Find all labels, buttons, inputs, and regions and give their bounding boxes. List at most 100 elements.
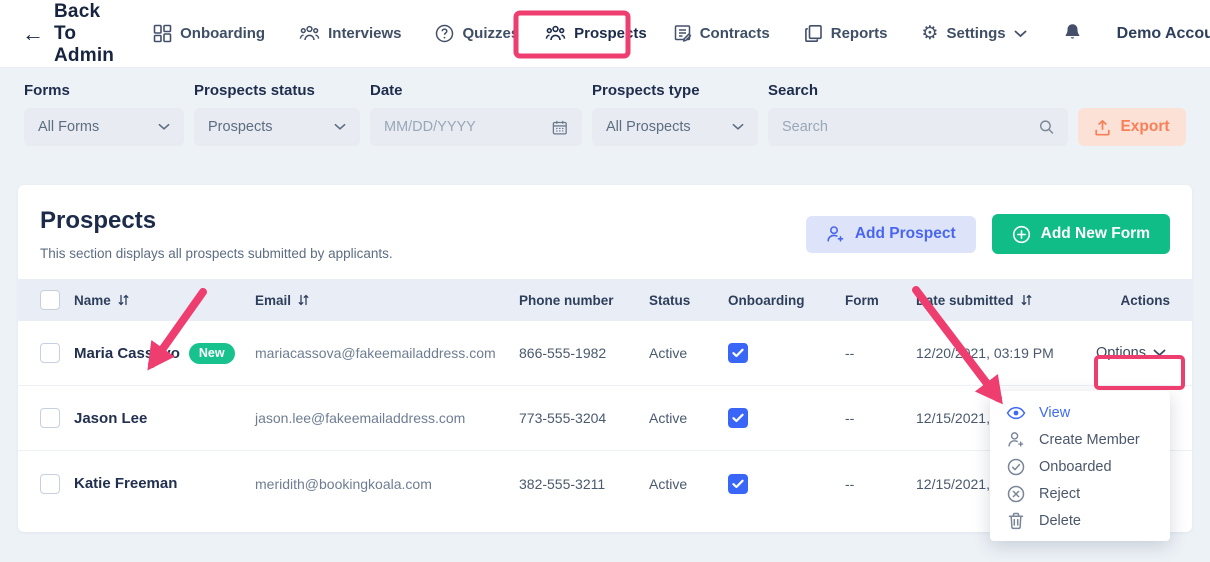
nav-item-prospects[interactable]: Prospects	[532, 12, 660, 56]
export-label: Export	[1120, 118, 1169, 136]
menu-item-view[interactable]: View	[990, 399, 1170, 426]
circle-check-icon	[1006, 458, 1026, 476]
nav-item-interviews[interactable]: Interviews	[286, 12, 414, 56]
row-checkbox[interactable]	[40, 474, 60, 494]
column-header-name[interactable]: Name	[74, 293, 255, 308]
back-arrow-icon: ←	[22, 23, 44, 45]
prospect-form: --	[845, 410, 916, 426]
column-header-email[interactable]: Email	[255, 293, 519, 308]
filters-bar: Forms All Forms Prospects status Prospec…	[0, 68, 1210, 168]
type-filter-label: Prospects type	[592, 82, 758, 99]
notifications-button[interactable]	[1048, 22, 1097, 46]
nav-label: Onboarding	[180, 25, 265, 42]
calendar-icon	[552, 119, 568, 136]
nav-item-settings[interactable]: ⚙ Settings	[908, 12, 1039, 56]
menu-item-reject[interactable]: Reject	[990, 480, 1170, 507]
date-input[interactable]	[384, 119, 552, 135]
reports-copy-icon	[804, 24, 823, 43]
prospect-name: Katie Freeman	[74, 475, 177, 492]
people-group-icon	[299, 24, 320, 43]
circle-x-icon	[1006, 485, 1026, 503]
prospect-status: Active	[649, 410, 728, 426]
nav-item-contracts[interactable]: Contracts	[660, 12, 783, 56]
type-filter-value: All Prospects	[606, 119, 691, 135]
nav-item-reports[interactable]: Reports	[791, 12, 901, 56]
options-dropdown-menu: View Create Member Onboarded Reject	[990, 391, 1170, 541]
chevron-down-icon	[732, 123, 744, 131]
column-header-phone: Phone number	[519, 293, 649, 308]
check-icon	[732, 479, 744, 489]
column-header-status: Status	[649, 293, 728, 308]
row-checkbox[interactable]	[40, 408, 60, 428]
column-header-actions: Actions	[1086, 293, 1170, 308]
menu-item-onboarded[interactable]: Onboarded	[990, 453, 1170, 480]
status-filter-value: Prospects	[208, 119, 272, 135]
search-icon	[1039, 119, 1054, 135]
menu-item-delete[interactable]: Delete	[990, 507, 1170, 534]
prospect-status: Active	[649, 476, 728, 492]
question-circle-icon	[435, 24, 454, 43]
menu-item-label: Reject	[1039, 486, 1080, 502]
back-to-admin-label: Back To Admin	[54, 1, 114, 67]
column-header-form: Form	[845, 293, 916, 308]
prospect-name: Jason Lee	[74, 410, 147, 427]
contract-document-icon	[673, 24, 692, 43]
top-navbar: ← Back To Admin Onboarding Interviews	[0, 0, 1210, 68]
forms-filter-value: All Forms	[38, 119, 99, 135]
select-all-checkbox[interactable]	[40, 290, 60, 310]
date-filter-field[interactable]	[370, 108, 582, 146]
prospect-phone: 773-555-3204	[519, 410, 649, 426]
page-title: Prospects	[40, 207, 393, 235]
chevron-down-icon	[1014, 30, 1027, 38]
account-menu-button[interactable]: Demo Account	[1105, 25, 1210, 43]
onboarding-checkbox[interactable]	[728, 474, 748, 494]
new-badge: New	[189, 343, 235, 364]
back-to-admin-button[interactable]: ← Back To Admin	[22, 1, 114, 67]
chevron-down-icon	[158, 123, 170, 131]
prospect-email: jason.lee@fakeemailaddress.com	[255, 410, 519, 426]
prospect-phone: 866-555-1982	[519, 345, 649, 361]
gear-icon: ⚙	[921, 24, 938, 43]
sort-icon	[1020, 293, 1033, 307]
export-upload-icon	[1094, 119, 1111, 136]
prospect-date: 12/20/2021, 03:19 PM	[916, 345, 1086, 361]
prospect-form: --	[845, 476, 916, 492]
onboarding-checkbox[interactable]	[728, 343, 748, 363]
person-plus-icon	[1006, 431, 1026, 448]
check-icon	[732, 348, 744, 358]
sort-icon	[117, 293, 130, 307]
forms-filter-dropdown[interactable]: All Forms	[24, 108, 184, 146]
menu-item-label: View	[1039, 405, 1070, 421]
date-filter-label: Date	[370, 82, 582, 99]
nav-label: Settings	[946, 25, 1005, 42]
nav-label: Prospects	[574, 25, 647, 42]
plus-circle-icon	[1012, 225, 1031, 244]
type-filter-dropdown[interactable]: All Prospects	[592, 108, 758, 146]
nav-item-onboarding[interactable]: Onboarding	[140, 12, 278, 56]
add-prospect-label: Add Prospect	[855, 225, 956, 243]
add-new-form-button[interactable]: Add New Form	[992, 214, 1170, 254]
search-input[interactable]	[782, 119, 1039, 135]
search-field[interactable]	[768, 108, 1068, 146]
prospect-phone: 382-555-3211	[519, 476, 649, 492]
add-prospect-button[interactable]: Add Prospect	[806, 216, 976, 253]
menu-item-label: Create Member	[1039, 432, 1140, 448]
menu-item-create-member[interactable]: Create Member	[990, 426, 1170, 453]
options-button[interactable]: Options	[1092, 339, 1170, 367]
status-filter-dropdown[interactable]: Prospects	[194, 108, 360, 146]
row-checkbox[interactable]	[40, 343, 60, 363]
eye-icon	[1006, 406, 1026, 420]
column-header-onboarding: Onboarding	[728, 293, 845, 308]
options-label: Options	[1096, 345, 1146, 361]
column-header-date[interactable]: Date submitted	[916, 293, 1086, 308]
nav-item-quizzes[interactable]: Quizzes	[422, 12, 532, 56]
bell-icon	[1064, 22, 1081, 46]
export-button[interactable]: Export	[1078, 108, 1186, 146]
search-label: Search	[768, 82, 1068, 99]
chevron-down-icon	[1153, 349, 1166, 357]
onboarding-checkbox[interactable]	[728, 408, 748, 428]
nav-label: Interviews	[328, 25, 401, 42]
dashboard-grid-icon	[153, 24, 172, 43]
prospect-email: meridith@bookingkoala.com	[255, 476, 519, 492]
nav-label: Reports	[831, 25, 888, 42]
